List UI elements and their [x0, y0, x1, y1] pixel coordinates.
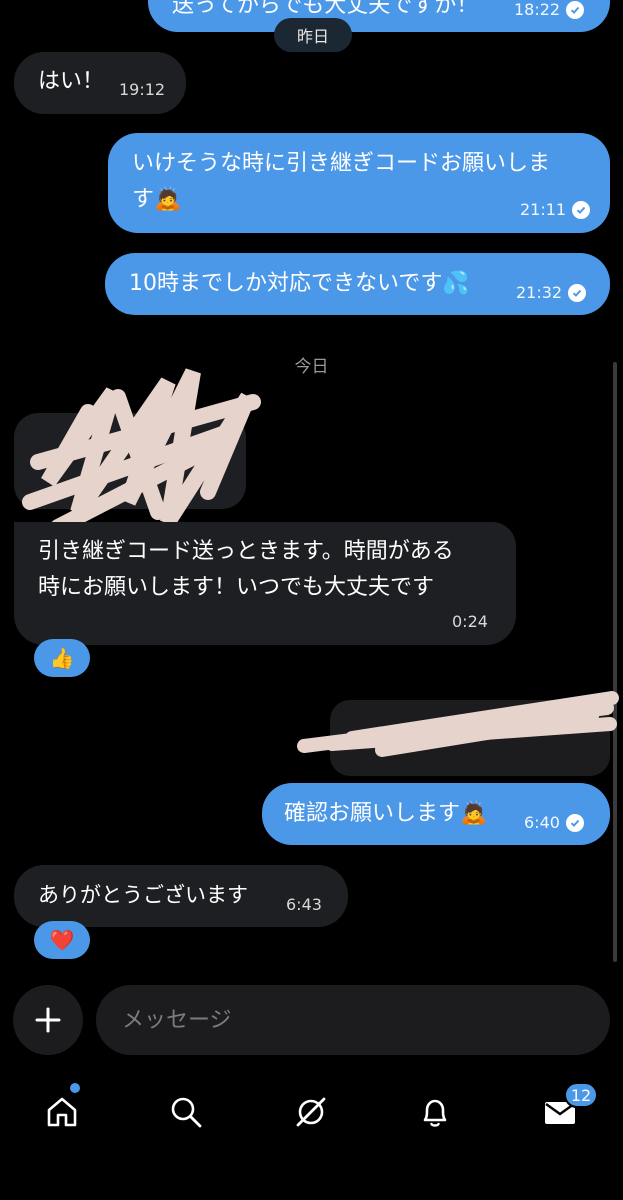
message-text: 10時までしか対応できないです💦 [129, 271, 470, 296]
home-indicator [211, 1178, 411, 1184]
message-meta: 18:22 [514, 0, 585, 19]
plus-icon [35, 1007, 61, 1033]
message-time: 21:11 [520, 200, 567, 219]
message-meta: 21:11 [520, 200, 591, 219]
redaction-scribble [22, 368, 261, 532]
home-unread-dot [70, 1083, 80, 1093]
tab-grok[interactable] [281, 1082, 341, 1142]
message-text: 引き継ぎコード送っときます。時間がある 時にお願いします！いつでも大丈夫です [38, 539, 454, 600]
message-time: 0:24 [452, 612, 488, 631]
message-text: ありがとうございます [38, 883, 248, 907]
messages-count-badge: 12 [564, 1082, 598, 1108]
message-bubble-received[interactable]: 引き継ぎコード送っときます。時間がある 時にお願いします！いつでも大丈夫です 0… [14, 522, 516, 645]
add-attachment-button[interactable] [13, 985, 83, 1055]
tab-search[interactable] [156, 1082, 216, 1142]
message-time: 21:32 [516, 283, 563, 302]
tab-home[interactable] [32, 1082, 92, 1142]
message-time: 6:43 [286, 895, 322, 914]
grok-icon [296, 1097, 326, 1127]
home-icon [47, 1097, 77, 1127]
reaction-thumbs-up[interactable]: 👍 [34, 639, 90, 677]
tab-bar [0, 1070, 623, 1150]
message-bubble-sent[interactable]: 10時までしか対応できないです💦 21:32 [105, 253, 610, 315]
message-meta: 21:32 [516, 283, 587, 302]
message-meta: 0:24 [452, 612, 488, 631]
read-check-icon [565, 813, 584, 832]
date-separator-yesterday: 昨日 [274, 18, 352, 52]
message-bubble-received[interactable]: ありがとうございます 6:43 [14, 865, 348, 927]
message-bubble-sent[interactable]: いけそうな時に引き継ぎコードお願いしま す🙇 21:11 [108, 133, 610, 233]
message-meta: 6:43 [286, 895, 322, 914]
message-time: 19:12 [119, 80, 166, 99]
message-input-container[interactable] [96, 985, 610, 1055]
message-meta: 19:12 [119, 80, 165, 99]
redaction-scribble [297, 691, 619, 757]
read-check-icon [566, 0, 585, 19]
read-check-icon [568, 283, 587, 302]
message-bubble-sent[interactable]: 送ってからでも大丈夫ですか！ 18:22 [148, 0, 610, 32]
message-text: 確認お願いします🙇 [284, 801, 488, 826]
message-input[interactable] [122, 985, 582, 1055]
message-meta: 6:40 [524, 813, 584, 832]
message-bubble-sent[interactable]: 確認お願いします🙇 6:40 [262, 783, 610, 845]
tab-notifications[interactable] [405, 1082, 465, 1142]
message-time: 18:22 [514, 0, 561, 19]
message-text: はい！ [38, 69, 105, 94]
read-check-icon [572, 200, 591, 219]
message-bubble-received[interactable]: はい！ 19:12 [14, 52, 186, 114]
message-text: いけそうな時に引き継ぎコードお願いしま す🙇 [132, 151, 551, 212]
scrollbar[interactable] [613, 362, 617, 962]
reaction-heart[interactable]: ❤️ [34, 921, 90, 959]
search-icon [171, 1097, 202, 1128]
message-time: 6:40 [524, 813, 560, 832]
bell-icon [423, 1099, 447, 1127]
